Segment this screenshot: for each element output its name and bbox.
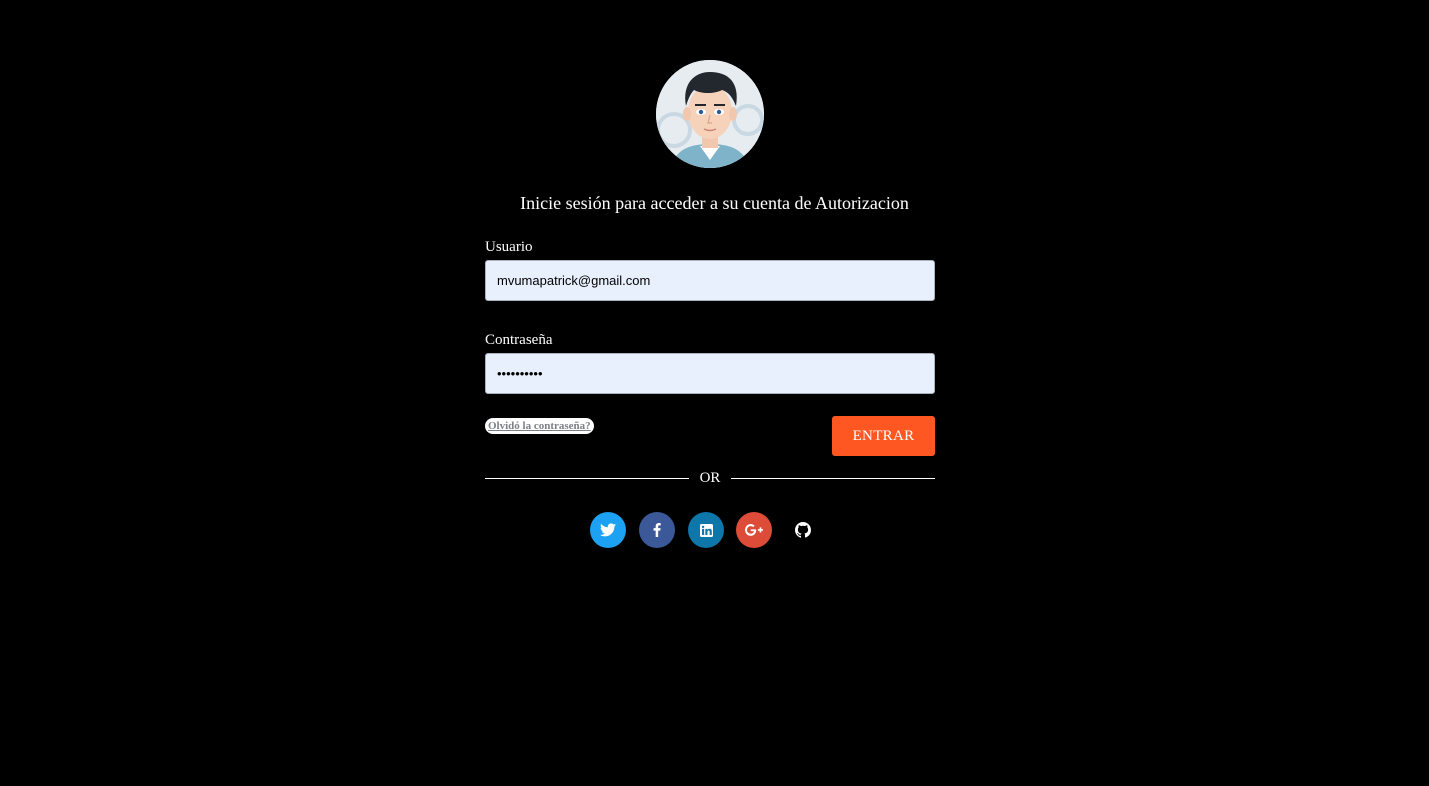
login-button[interactable]: ENTRAR (832, 416, 935, 456)
twitter-login-button[interactable] (590, 512, 626, 548)
username-input[interactable] (485, 260, 935, 301)
google-plus-icon (745, 524, 763, 536)
google-plus-login-button[interactable] (736, 512, 772, 548)
username-label: Usuario (485, 239, 533, 255)
avatar (656, 60, 764, 168)
password-input[interactable] (485, 353, 935, 394)
form-actions: Olvidó la contraseña? ENTRAR (485, 416, 935, 472)
linkedin-icon (699, 523, 713, 537)
forgot-password-link[interactable]: Olvidó la contraseña? (485, 418, 594, 434)
github-icon (795, 522, 811, 538)
github-login-button[interactable] (785, 512, 821, 548)
or-divider: OR (485, 469, 935, 489)
page-title: Inicie sesión para acceder a su cuenta d… (520, 193, 909, 213)
password-label: Contraseña (485, 332, 553, 348)
divider-line-right (731, 478, 935, 479)
linkedin-login-button[interactable] (688, 512, 724, 548)
avatar-image (656, 60, 764, 168)
facebook-login-button[interactable] (639, 512, 675, 548)
twitter-icon (600, 523, 616, 537)
facebook-icon (653, 523, 661, 537)
login-form: Usuario Contraseña Olvidó la contraseña?… (485, 238, 935, 472)
